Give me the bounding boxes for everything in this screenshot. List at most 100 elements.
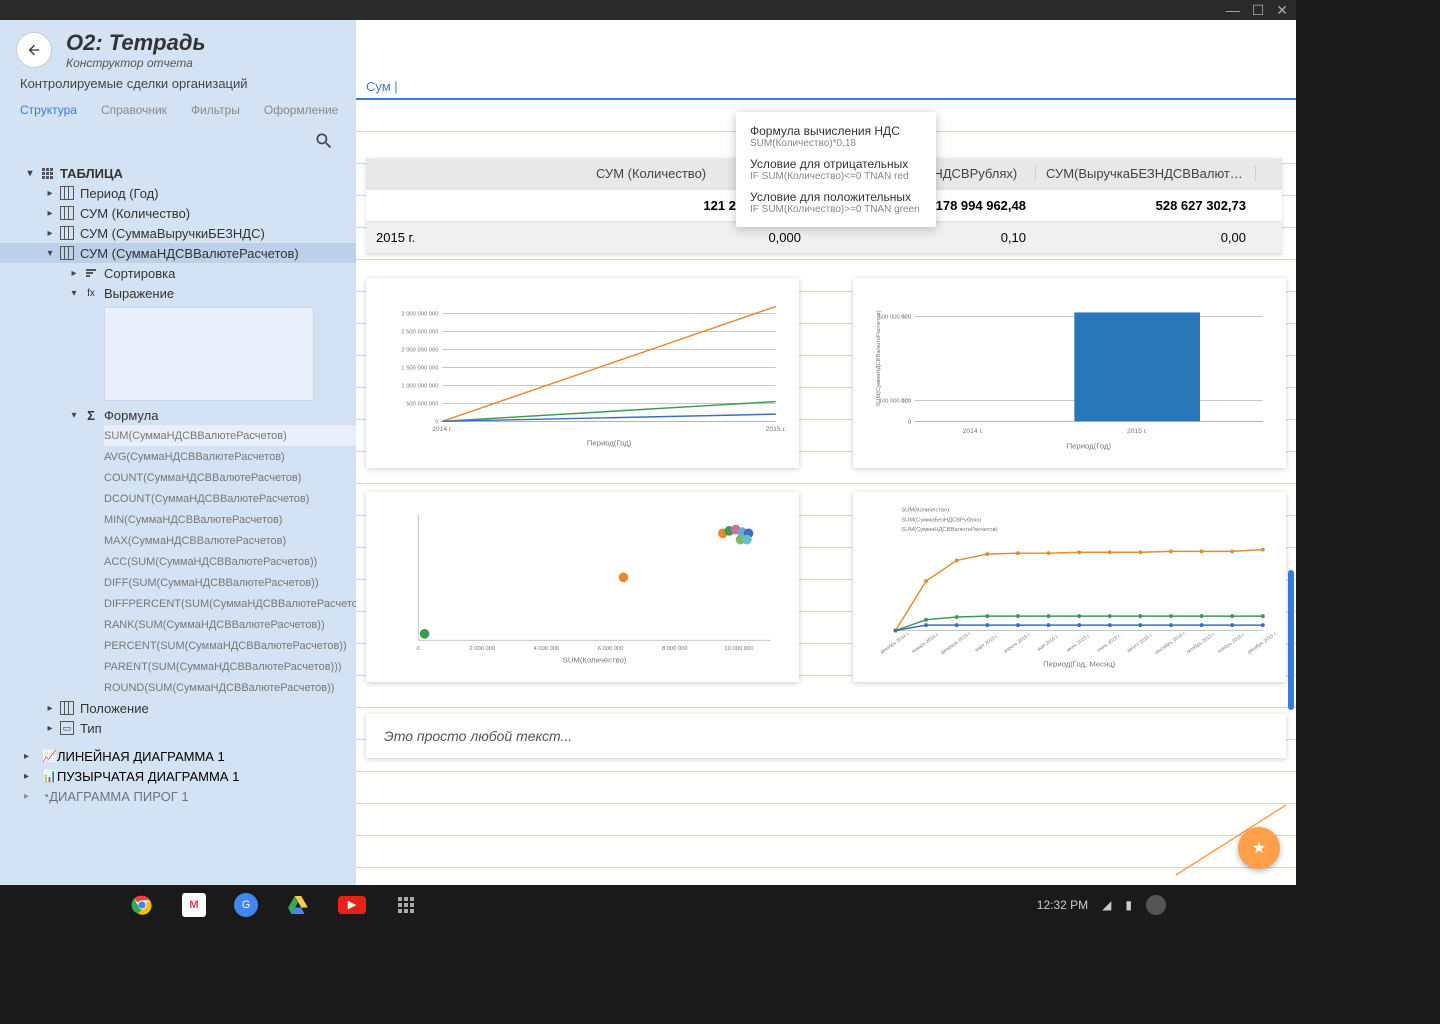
svg-text:апрель 2015 г.: апрель 2015 г. <box>1003 632 1032 655</box>
close-icon[interactable]: ✕ <box>1276 2 1288 19</box>
svg-text:0: 0 <box>435 419 438 425</box>
formula-min[interactable]: MIN(СуммаНДСВВалютеРасчетов) <box>104 509 356 530</box>
svg-text:0: 0 <box>908 419 911 425</box>
taskbar: M G ▶ 12:32 PM ◢ ▮ <box>0 885 1296 924</box>
expression-input[interactable] <box>104 307 314 401</box>
svg-text:2 000 000 000: 2 000 000 000 <box>401 347 438 353</box>
svg-text:10 000 000: 10 000 000 <box>724 646 753 652</box>
tree-piechart[interactable]: ▸◔ДИАГРАММА ПИРОГ 1 <box>0 786 356 806</box>
tree-linechart[interactable]: ▸📈ЛИНЕЙНАЯ ДИАГРАММА 1 <box>0 746 356 766</box>
formula-sum[interactable]: SUM(СуммаНДСВВалютеРасчетов) <box>104 425 356 446</box>
tab-reference[interactable]: Справочник <box>101 103 167 117</box>
tree-col-qty[interactable]: ▸СУМ (Количество) <box>0 203 356 223</box>
chrome-icon[interactable] <box>130 893 154 917</box>
svg-text:500 000 000: 500 000 000 <box>879 315 911 321</box>
tree-type[interactable]: ▸▭Тип <box>0 718 356 738</box>
svg-text:8 000 000: 8 000 000 <box>662 646 688 652</box>
svg-text:2 500 000 000: 2 500 000 000 <box>401 330 438 336</box>
svg-text:февраль 2015 г.: февраль 2015 г. <box>940 630 973 655</box>
clock[interactable]: 12:32 PM <box>1037 898 1088 912</box>
svg-text:Период(Год): Период(Год) <box>587 439 632 448</box>
formula-parent[interactable]: PARENT(SUM(СуммаНДСВВалютеРасчетов))) <box>104 656 356 677</box>
tab-filters[interactable]: Фильтры <box>191 103 240 117</box>
suggestion-item[interactable]: Условие для отрицательныхIF SUM(Количест… <box>736 153 936 186</box>
tree-position[interactable]: ▸Положение <box>0 698 356 718</box>
page-description: Контролируемые сделки организаций <box>0 76 356 103</box>
svg-text:SUM(СуммаНДСВВалютеРасчетов): SUM(СуммаНДСВВалютеРасчетов) <box>901 527 997 533</box>
formula-round[interactable]: ROUND(SUM(СуммаНДСВВалютеРасчетов)) <box>104 677 356 698</box>
battery-icon[interactable]: ▮ <box>1125 898 1132 912</box>
fab-button[interactable]: ★ <box>1238 827 1280 869</box>
sidebar: О2: Тетрадь Конструктор отчета Контролир… <box>0 20 356 885</box>
tree-bubblechart[interactable]: ▸📊ПУЗЫРЧАТАЯ ДИАГРАММА 1 <box>0 766 356 786</box>
svg-text:6 000 000: 6 000 000 <box>598 646 624 652</box>
formula-rank[interactable]: RANK(SUM(СуммаНДСВВалютеРасчетов)) <box>104 614 356 635</box>
svg-text:SUM(Количество): SUM(Количество) <box>901 508 949 514</box>
formula-count[interactable]: COUNT(СуммаНДСВВалютеРасчетов) <box>104 467 356 488</box>
drive-icon[interactable] <box>286 893 310 917</box>
svg-text:100 000 000: 100 000 000 <box>879 398 911 404</box>
svg-text:0: 0 <box>417 646 420 652</box>
formula-suggestions: Формула вычисления НДСSUM(Количество)*0,… <box>736 112 936 227</box>
svg-text:декабрь 2015 г.: декабрь 2015 г. <box>1246 631 1278 656</box>
formula-max[interactable]: MAX(СуммаНДСВВалютеРасчетов) <box>104 530 356 551</box>
formula-list: SUM(СуммаНДСВВалютеРасчетов) AVG(СуммаНД… <box>0 425 356 698</box>
youtube-icon[interactable]: ▶ <box>338 896 366 914</box>
svg-text:январь 2015 г.: январь 2015 г. <box>911 632 940 655</box>
svg-text:октябрь 2015 г.: октябрь 2015 г. <box>1186 631 1217 655</box>
page-title: О2: Тетрадь <box>66 30 206 56</box>
suggestion-item[interactable]: Условие для положительныхIF SUM(Количест… <box>736 186 936 219</box>
back-button[interactable] <box>16 32 52 68</box>
user-avatar[interactable] <box>1146 895 1166 915</box>
page-subtitle: Конструктор отчета <box>66 56 206 70</box>
svg-text:июнь 2015 г.: июнь 2015 г. <box>1066 633 1092 654</box>
search-field[interactable] <box>16 125 340 157</box>
svg-text:SUM(СуммаНДСВВалютеРасчетов): SUM(СуммаНДСВВалютеРасчетов) <box>876 310 882 406</box>
minimize-icon[interactable]: — <box>1226 2 1240 18</box>
svg-text:ноябрь 2015 г.: ноябрь 2015 г. <box>1217 632 1247 655</box>
line-chart-2[interactable]: SUM(Количество) SUM(СуммаБезНДСВРублях) SU… <box>853 492 1286 682</box>
formula-avg[interactable]: AVG(СуммаНДСВВалютеРасчетов) <box>104 446 356 467</box>
svg-text:1 500 000 000: 1 500 000 000 <box>401 365 438 371</box>
svg-text:2 000 000: 2 000 000 <box>469 646 495 652</box>
svg-text:сентябрь 2015 г.: сентябрь 2015 г. <box>1154 630 1187 656</box>
search-icon[interactable] <box>314 131 334 151</box>
formula-dcount[interactable]: DCOUNT(СуммаНДСВВалютеРасчетов) <box>104 488 356 509</box>
tree-col-rev[interactable]: ▸СУМ (СуммаВыручкиБЕЗНДС) <box>0 223 356 243</box>
tree-table[interactable]: ▾ТАБЛИЦА <box>0 163 356 183</box>
scatter-chart-1[interactable]: 0 2 000 000 4 000 000 6 000 000 8 000 000 10 … <box>366 492 799 682</box>
bar-chart-1[interactable]: 00100100 000 000500500 000 0002014 г.201… <box>853 278 1286 468</box>
gmail-icon[interactable]: M <box>182 893 206 917</box>
tree-col-period[interactable]: ▸Период (Год) <box>0 183 356 203</box>
svg-text:2014 г.: 2014 г. <box>963 428 984 435</box>
tree-col-vat[interactable]: ▾СУМ (СуммаНДСВВалютеРасчетов) <box>0 243 356 263</box>
svg-text:SUM(Количество): SUM(Количество) <box>563 655 627 664</box>
tree-sort[interactable]: ▸Сортировка <box>0 263 356 283</box>
suggestion-item[interactable]: Формула вычисления НДСSUM(Количество)*0,… <box>736 120 936 153</box>
tab-design[interactable]: Оформление <box>264 103 338 117</box>
col-header[interactable]: СУМ(ВыручкаБЕЗНДСВВалютеР... <box>1036 166 1256 181</box>
apps-icon[interactable] <box>394 893 418 917</box>
svg-text:2015 г.: 2015 г. <box>766 426 787 433</box>
tab-structure[interactable]: Структура <box>20 103 77 117</box>
maximize-icon[interactable]: ☐ <box>1252 2 1265 19</box>
svg-text:4 000 000: 4 000 000 <box>534 646 560 652</box>
line-chart-1[interactable]: 0500 000 0001 000 000 0001 500 000 0002 … <box>366 278 799 468</box>
svg-text:май 2015 г.: май 2015 г. <box>1036 633 1060 653</box>
formula-diff[interactable]: DIFF(SUM(СуммаНДСВВалютеРасчетов)) <box>104 572 356 593</box>
tree-expr[interactable]: ▾fxВыражение <box>0 283 356 303</box>
formula-diffpercent[interactable]: DIFFPERCENT(SUM(СуммаНДСВВалютеРасчетов)… <box>104 593 356 614</box>
sidebar-tabs: Структура Справочник Фильтры Оформление <box>0 103 356 125</box>
structure-tree: ▾ТАБЛИЦА ▸Период (Год) ▸СУМ (Количество)… <box>0 163 356 885</box>
svg-text:Период(Год, Месяц): Период(Год, Месяц) <box>1043 659 1115 668</box>
wifi-icon[interactable]: ◢ <box>1102 898 1111 912</box>
tree-formula[interactable]: ▾ΣФормула <box>0 405 356 425</box>
svg-text:2014 г.: 2014 г. <box>432 426 453 433</box>
formula-acc[interactable]: ACC(SUM(СуммаНДСВВалютеРасчетов)) <box>104 551 356 572</box>
formula-bar[interactable]: Сум | <box>356 20 1296 100</box>
svg-text:500 000 000: 500 000 000 <box>406 401 438 407</box>
formula-percent[interactable]: PERCENT(SUM(СуммаНДСВВалютеРасчетов)) <box>104 635 356 656</box>
svg-text:SUM(СуммаБезНДСВРублях): SUM(СуммаБезНДСВРублях) <box>901 517 981 523</box>
text-widget[interactable]: Это просто любой текст... <box>366 714 1286 758</box>
google-icon[interactable]: G <box>234 893 258 917</box>
